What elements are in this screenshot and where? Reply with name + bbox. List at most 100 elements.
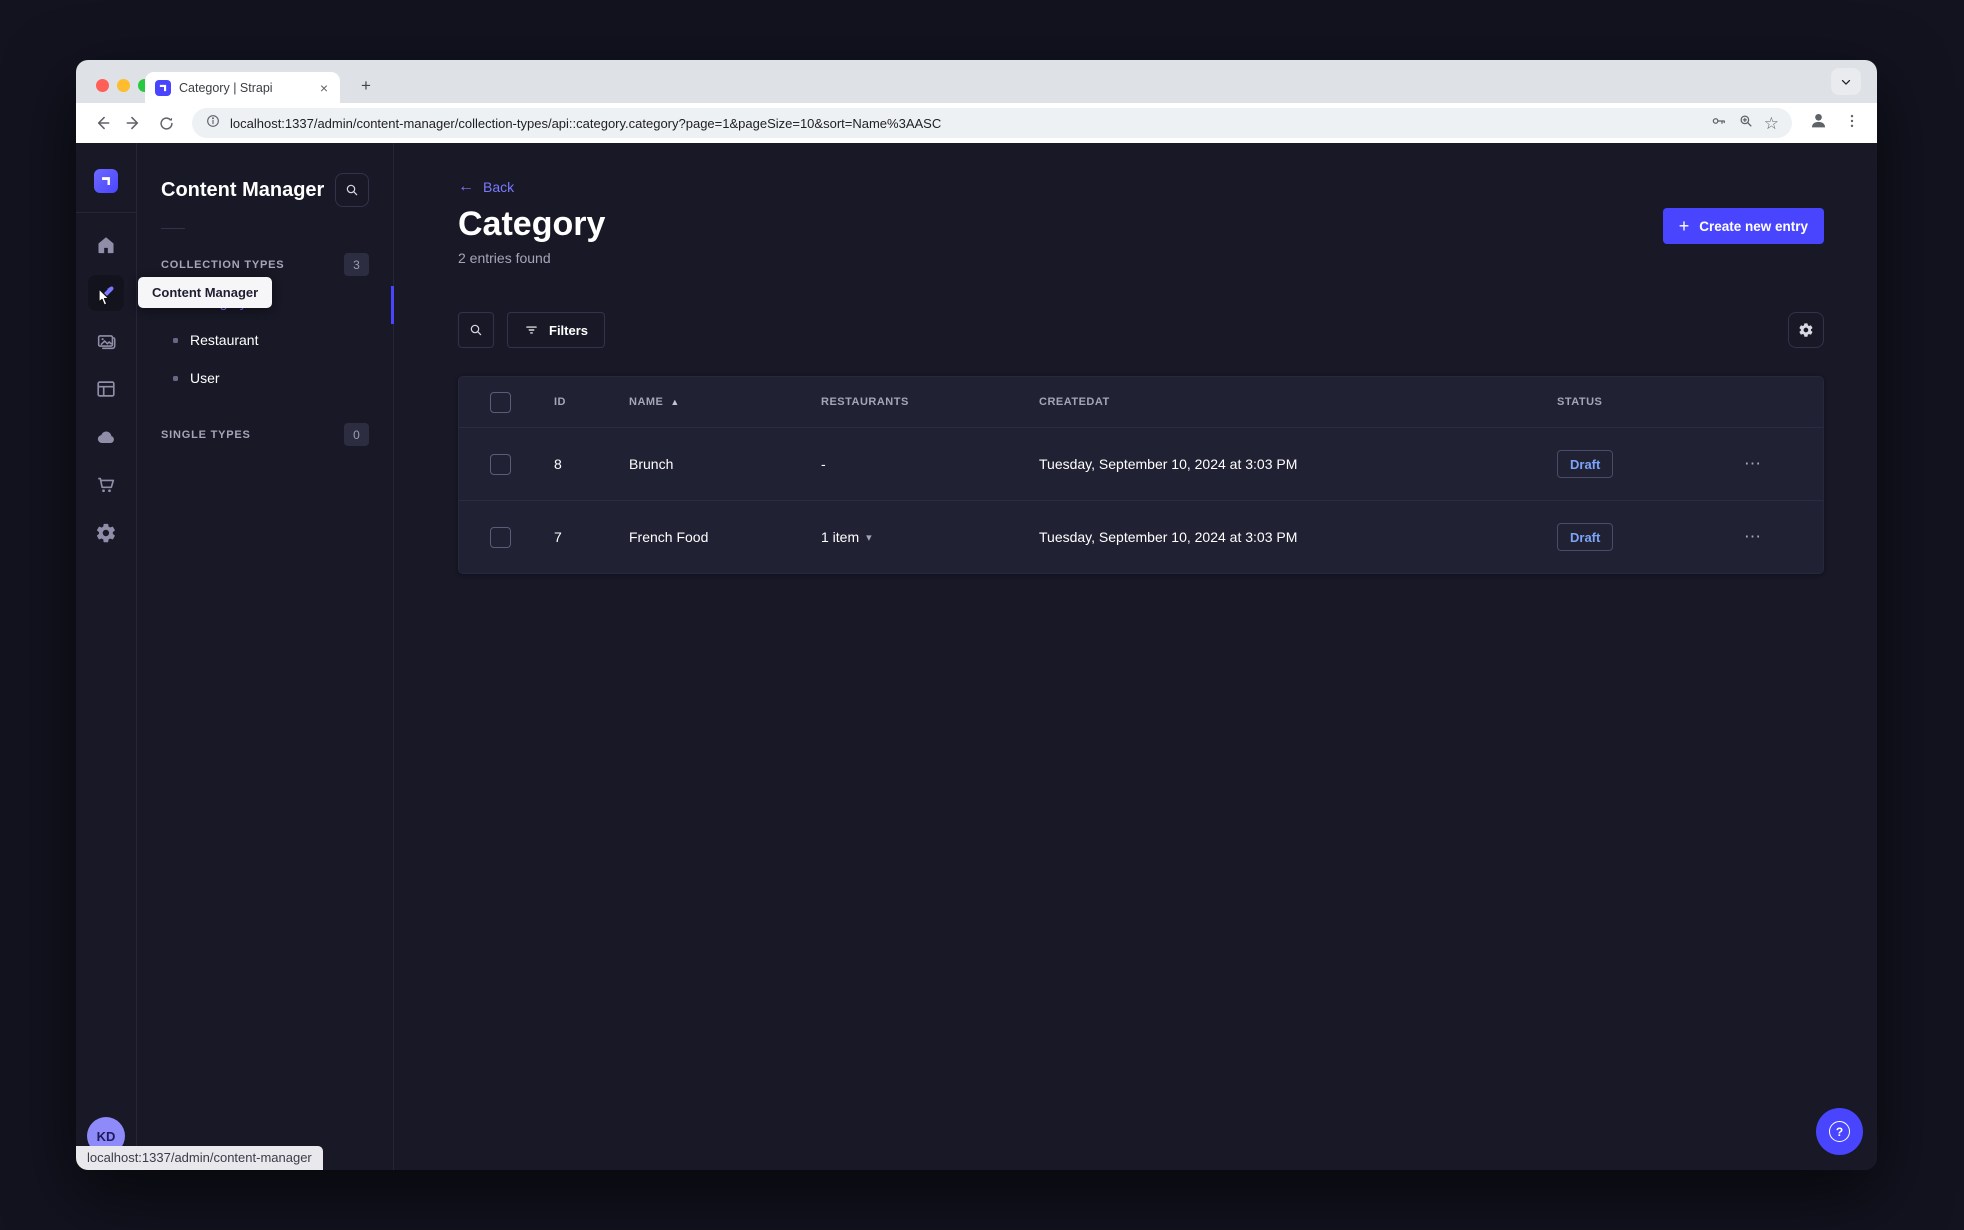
collection-types-count-badge: 3 <box>344 253 369 276</box>
reload-button[interactable] <box>152 109 180 137</box>
strapi-favicon <box>155 79 171 96</box>
question-mark-icon: ? <box>1829 1121 1850 1142</box>
main-content: ← Back Category + Create new entry 2 ent… <box>394 143 1877 1170</box>
layout-icon <box>97 381 115 397</box>
nav-home[interactable] <box>88 227 124 263</box>
gear-icon <box>96 523 115 543</box>
create-new-entry-button[interactable]: + Create new entry <box>1662 208 1824 244</box>
table-search-button[interactable] <box>458 312 494 349</box>
strapi-logo-glyph <box>102 177 110 185</box>
name-header-label: NAME <box>629 396 664 409</box>
content-manager-tooltip: Content Manager <box>138 277 273 308</box>
bullet-icon <box>173 375 178 381</box>
help-button[interactable]: ? <box>1816 1108 1863 1155</box>
column-header-createdat: CREATEDAT <box>1039 396 1110 409</box>
sidebar-divider <box>161 228 185 229</box>
sidebar-item-user[interactable]: User <box>161 359 369 397</box>
profile-avatar-icon[interactable] <box>1808 110 1829 136</box>
page-info-icon[interactable] <box>205 113 221 134</box>
cell-name: Brunch <box>629 456 674 473</box>
row-checkbox[interactable] <box>490 526 511 548</box>
cell-id: 8 <box>554 456 562 473</box>
tab-search-button[interactable] <box>1831 68 1861 95</box>
close-window-button[interactable] <box>96 79 109 92</box>
cart-icon <box>98 477 115 493</box>
minimize-window-button[interactable] <box>117 79 130 92</box>
browser-status-bar: localhost:1337/admin/content-manager <box>76 1146 323 1170</box>
cell-restaurants: - <box>821 456 826 473</box>
sidebar-search-button[interactable] <box>335 173 369 207</box>
cell-id: 7 <box>554 529 562 546</box>
cell-createdat: Tuesday, September 10, 2024 at 3:03 PM <box>1039 529 1298 546</box>
sidebar-item-restaurant[interactable]: Restaurant <box>161 321 369 359</box>
back-link[interactable]: ← Back <box>458 178 514 196</box>
plus-icon: + <box>1678 216 1690 236</box>
table-header-row: ID NAME ▲ RESTAURANTS CREATEDAT STATUS <box>459 377 1823 427</box>
reload-icon <box>159 116 173 130</box>
mouse-cursor <box>93 287 115 316</box>
url-text: localhost:1337/admin/content-manager/col… <box>230 115 942 131</box>
row-actions-menu[interactable]: ⋯ <box>1739 454 1823 474</box>
items-count-label: 1 item <box>821 529 860 546</box>
cell-name: French Food <box>629 529 709 546</box>
forward-button[interactable] <box>120 109 148 137</box>
column-header-id: ID <box>554 396 566 409</box>
browser-tab[interactable]: Category | Strapi × <box>145 72 340 103</box>
column-header-name[interactable]: NAME ▲ <box>629 396 821 408</box>
sidebar-item-label: Restaurant <box>190 332 259 348</box>
window-controls <box>96 79 151 92</box>
cell-createdat: Tuesday, September 10, 2024 at 3:03 PM <box>1039 456 1298 473</box>
single-types-label: SINGLE TYPES <box>161 428 251 441</box>
select-all-checkbox[interactable] <box>490 391 511 413</box>
arrow-left-icon <box>97 116 110 130</box>
cell-restaurants[interactable]: 1 item ▾ <box>821 529 1039 545</box>
browser-window: Category | Strapi × + localhost:1337/adm… <box>76 60 1877 1170</box>
browser-toolbar: localhost:1337/admin/content-manager/col… <box>76 103 1877 143</box>
table-settings-button[interactable] <box>1788 312 1824 349</box>
search-icon <box>346 184 358 196</box>
column-header-status: STATUS <box>1557 396 1603 409</box>
address-bar[interactable]: localhost:1337/admin/content-manager/col… <box>192 108 1792 138</box>
nav-deploy[interactable] <box>88 419 124 455</box>
filter-icon <box>526 326 537 334</box>
sidebar-title: Content Manager <box>161 178 325 201</box>
nav-media-library[interactable] <box>88 323 124 359</box>
passwords-key-icon[interactable] <box>1710 112 1728 135</box>
table-row[interactable]: 7 French Food 1 item ▾ Tuesday, Septembe… <box>459 500 1823 573</box>
tab-title: Category | Strapi <box>179 80 273 95</box>
nav-content-type-builder[interactable] <box>88 371 124 407</box>
bookmark-star-icon[interactable]: ☆ <box>1764 115 1779 132</box>
home-icon <box>98 237 114 254</box>
page-title: Category <box>458 205 606 243</box>
cloud-icon <box>97 431 114 443</box>
zoom-icon[interactable] <box>1737 112 1755 135</box>
strapi-logo-glyph <box>159 84 167 91</box>
arrow-right-icon <box>126 116 139 130</box>
column-header-restaurants: RESTAURANTS <box>821 396 909 409</box>
table-row[interactable]: 8 Brunch - Tuesday, September 10, 2024 a… <box>459 427 1823 500</box>
chevron-down-icon <box>1841 79 1851 85</box>
entries-count: 2 entries found <box>458 250 551 267</box>
search-icon <box>470 324 482 336</box>
bullet-icon <box>173 337 178 343</box>
nav-marketplace[interactable] <box>88 467 124 503</box>
status-badge: Draft <box>1557 523 1614 552</box>
strapi-logo[interactable] <box>94 169 118 193</box>
status-badge: Draft <box>1557 450 1614 479</box>
arrow-left-icon: ← <box>458 178 474 195</box>
browser-menu-icon[interactable] <box>1843 112 1861 135</box>
collection-types-label: COLLECTION TYPES <box>161 258 285 271</box>
gear-icon <box>1799 323 1813 337</box>
browser-tabstrip: Category | Strapi × + <box>76 60 1877 103</box>
sidebar-item-label: User <box>190 370 220 386</box>
filters-label: Filters <box>549 322 589 338</box>
back-button[interactable] <box>88 109 116 137</box>
tab-close-icon[interactable]: × <box>318 80 330 96</box>
sort-ascending-icon: ▲ <box>670 397 680 408</box>
new-tab-button[interactable]: + <box>353 74 379 98</box>
nav-settings[interactable] <box>88 515 124 551</box>
row-checkbox[interactable] <box>490 453 511 475</box>
strapi-admin: KD Content Manager COLLECTION TYPES 3 Ca… <box>76 143 1877 1170</box>
filters-button[interactable]: Filters <box>507 312 606 349</box>
row-actions-menu[interactable]: ⋯ <box>1739 527 1823 547</box>
